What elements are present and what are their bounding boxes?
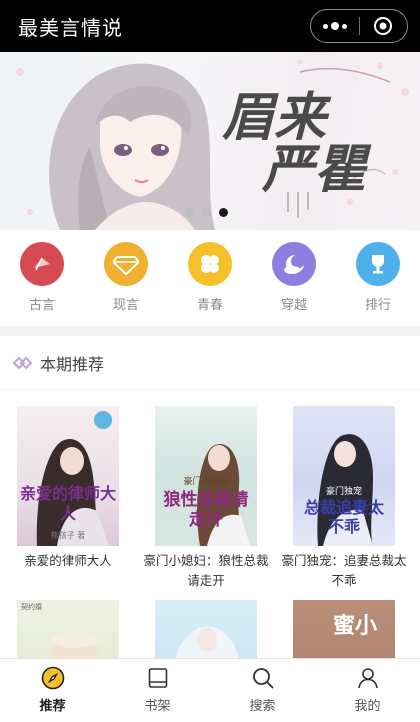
user-icon — [357, 668, 378, 689]
mini-program-capsule — [310, 9, 408, 43]
book-cover: 亲爱的律师大人 熊孩子 著 — [17, 406, 119, 546]
book-cover-tag: 契约婚 — [21, 603, 42, 611]
bookshelf-icon — [148, 668, 167, 688]
clover-icon — [188, 242, 232, 286]
book-card[interactable]: 豪门独宠 总裁追妻太不乖 豪门独宠：追妻总裁太不乖 — [281, 406, 407, 591]
tab-label: 书架 — [144, 699, 171, 714]
banner-title: 眉来 严瞿 — [222, 92, 366, 196]
carousel-dot-active[interactable] — [219, 208, 228, 217]
section-header: 本期推荐 — [0, 336, 420, 390]
tab-label: 推荐 — [39, 699, 66, 714]
banner-carousel[interactable]: 眉来 严瞿 — [0, 52, 420, 230]
trophy-icon — [356, 242, 400, 286]
link-diamond-icon — [12, 356, 33, 369]
tab-mine[interactable]: 我的 — [315, 659, 420, 722]
tab-label: 搜索 — [249, 699, 276, 714]
section-divider — [0, 326, 420, 336]
book-cover-author: 熊孩子 著 — [50, 531, 86, 540]
category-label: 青春 — [196, 298, 223, 313]
book-title: 豪门独宠：追妻总裁太不乖 — [281, 553, 407, 588]
category-label: 古言 — [28, 298, 55, 313]
book-card[interactable]: 豪门小媳妇 狼性总裁请走开 豪门小媳妇：狼性总裁请走开 — [143, 406, 269, 591]
book-card[interactable]: 亲爱的律师大人 熊孩子 著 亲爱的律师大人 — [17, 406, 119, 571]
moon-cloud-icon — [272, 242, 316, 286]
category-label: 穿越 — [280, 298, 307, 313]
category-chuan-yue[interactable]: 穿越 — [252, 230, 336, 322]
diamond-icon — [104, 242, 148, 286]
category-pai-hang[interactable]: 排行 — [336, 230, 420, 322]
target-close-icon — [374, 17, 393, 35]
tab-label: 我的 — [354, 699, 381, 714]
book-cover: 豪门独宠 总裁追妻太不乖 — [293, 406, 395, 546]
app-root: 最美言情说 眉来 严瞿 古言 现言 青春 穿越 排行 本期推荐 亲爱的律师大人 … — [0, 0, 420, 722]
category-grid: 古言 现言 青春 穿越 排行 — [0, 230, 420, 322]
carousel-dot[interactable] — [202, 208, 211, 217]
close-mini-program-button[interactable] — [360, 10, 407, 42]
category-xian-yan[interactable]: 现言 — [84, 230, 168, 322]
book-title: 亲爱的律师大人 — [24, 553, 112, 568]
book-cover-title: 蜜小 — [333, 613, 378, 639]
top-bar: 最美言情说 — [0, 0, 420, 52]
tab-bookshelf[interactable]: 书架 — [105, 659, 210, 722]
banner-title-line2: 严瞿 — [262, 139, 367, 200]
book-title: 豪门小媳妇：狼性总裁请走开 — [143, 553, 269, 588]
book-cover-tag: 豪门独宠 — [325, 487, 362, 497]
book-cover-tag: 豪门小媳妇 — [183, 477, 229, 487]
category-label: 排行 — [364, 298, 391, 313]
book-cover-title: 亲爱的律师大人 — [19, 484, 116, 523]
app-title: 最美言情说 — [18, 15, 123, 40]
section-title: 本期推荐 — [40, 354, 105, 374]
book-cover-title: 狼性总裁请走开 — [163, 490, 249, 530]
tab-recommend[interactable]: 推荐 — [0, 659, 105, 722]
category-label: 现言 — [112, 298, 139, 313]
fan-icon — [20, 242, 64, 286]
compass-icon — [41, 666, 64, 690]
book-cover: 豪门小媳妇 狼性总裁请走开 — [155, 406, 257, 546]
bottom-tab-bar: 推荐 书架 搜索 我的 — [0, 658, 420, 722]
category-gu-yan[interactable]: 古言 — [0, 230, 84, 322]
carousel-indicator — [185, 208, 228, 217]
more-menu-button[interactable] — [311, 10, 359, 42]
tab-search[interactable]: 搜索 — [210, 659, 315, 722]
category-qing-chun[interactable]: 青春 — [168, 230, 252, 322]
book-cover-title: 总裁追妻太不乖 — [303, 498, 384, 536]
carousel-dot[interactable] — [185, 208, 194, 217]
search-icon — [252, 668, 273, 689]
